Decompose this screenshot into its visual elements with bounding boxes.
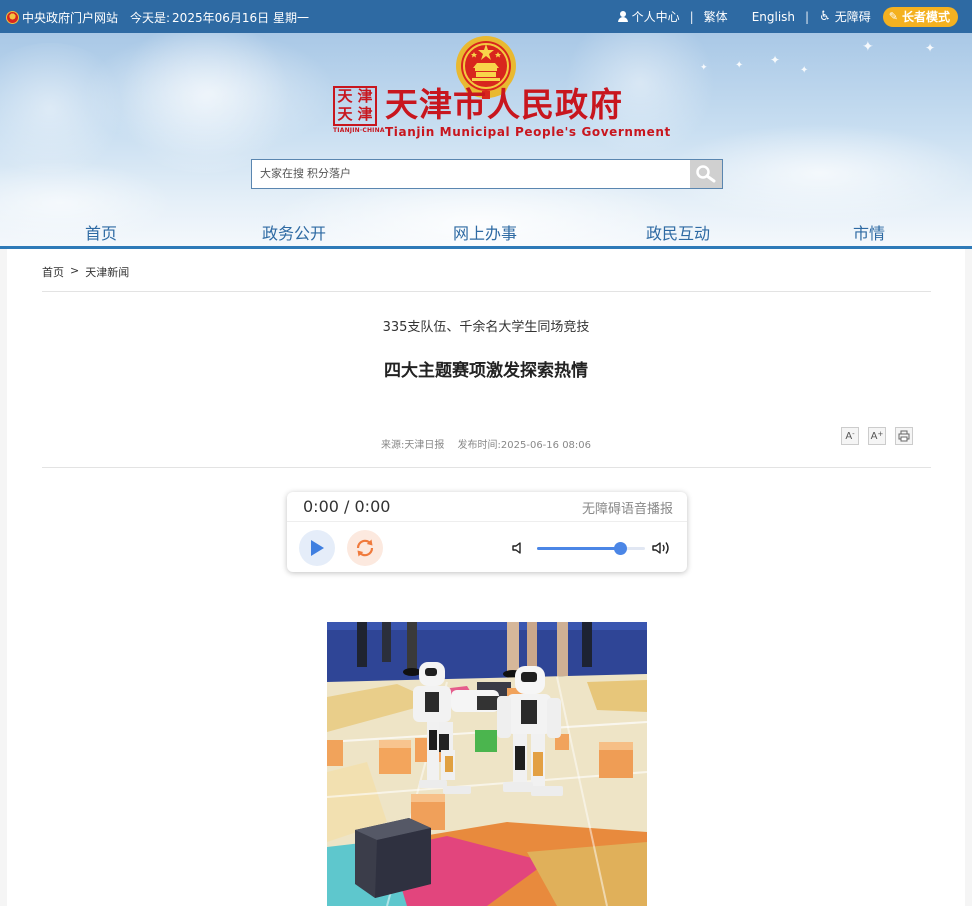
font-decrease-button[interactable]: A- — [841, 427, 859, 445]
gov-portal-link[interactable]: 中央政府门户网站 — [6, 9, 118, 26]
site-title-cn: 天津市人民政府 — [385, 85, 623, 124]
audio-player: 0:00 / 0:00 无障碍语音播报 — [287, 492, 687, 572]
bird-icon: ✦ — [862, 39, 874, 55]
national-emblem-icon — [6, 11, 19, 24]
font-increase-sup: + — [877, 429, 884, 438]
search-button[interactable] — [690, 160, 722, 188]
player-divider — [287, 521, 687, 522]
article-tools: A- A + — [841, 427, 913, 445]
nav-item-interaction[interactable]: 政民互动 — [646, 220, 710, 244]
font-decrease-sup: - — [852, 429, 855, 438]
date-value: 2025年06月16日 星期一 — [172, 11, 309, 25]
breadcrumb-home[interactable]: 首页 — [42, 264, 64, 280]
nav-item-gov-affairs[interactable]: 政务公开 — [262, 220, 326, 244]
volume-high-icon[interactable] — [652, 540, 672, 556]
article-photo — [327, 622, 647, 906]
bird-icon: ✦ — [735, 60, 744, 71]
play-icon — [311, 540, 324, 556]
article-source: 来源:天津日报 — [380, 440, 445, 451]
breadcrumb: 首页 > 天津新闻 — [42, 264, 129, 280]
seal-char: 天 — [337, 105, 353, 123]
seal-char: 津 — [357, 105, 373, 123]
tianjin-seal-logo: 天 津 天 津 TIANJIN·CHINA — [333, 86, 385, 136]
main-nav: 首页 政务公开 网上办事 政民互动 市情 — [0, 216, 972, 246]
accessibility-link[interactable]: ♿ 无障碍 — [819, 8, 871, 25]
nav-item-home[interactable]: 首页 — [85, 220, 117, 244]
divider — [42, 467, 931, 468]
article-meta: 来源:天津日报 发布时间:2025-06-16 08:06 — [7, 436, 965, 451]
bird-icon: ✦ — [770, 53, 781, 67]
article-subtitle: 335支队伍、千余名大学生同场竞技 — [382, 320, 590, 335]
nav-item-city-info[interactable]: 市情 — [853, 220, 885, 244]
elder-mode-label: 长者模式 — [901, 10, 950, 24]
seal-char: 津 — [357, 87, 373, 105]
print-button[interactable] — [895, 427, 913, 445]
decorative-flower — [0, 43, 130, 173]
player-time: 0:00 / 0:00 — [303, 497, 391, 516]
loop-icon — [356, 539, 374, 557]
header-banner: ✦ ✦ ✦ ✦ ✦ ✦ 天 津 天 津 TIANJIN·CHINA 天津市人民政… — [0, 33, 972, 246]
traditional-chinese-link[interactable]: 繁体 — [704, 8, 728, 25]
font-increase-label: A — [870, 430, 878, 442]
bird-icon: ✦ — [700, 63, 708, 73]
search-icon — [696, 165, 716, 183]
date-prefix: 今天是: — [130, 11, 171, 25]
article-panel: 首页 > 天津新闻 335支队伍、千余名大学生同场竞技 四大主题赛项激发探索热情… — [7, 249, 965, 906]
elder-icon: ✎ — [888, 10, 898, 23]
search-bar — [251, 159, 723, 189]
seal-subtitle: TIANJIN·CHINA — [333, 127, 385, 134]
person-icon — [617, 11, 628, 22]
volume-slider[interactable] — [537, 542, 645, 555]
volume-slider-handle[interactable] — [614, 542, 628, 555]
breadcrumb-separator: > — [70, 264, 80, 277]
elder-mode-button[interactable]: ✎ 长者模式 — [882, 6, 958, 27]
gov-portal-label: 中央政府门户网站 — [22, 11, 119, 25]
seal-char: 天 — [337, 87, 353, 105]
separator: | — [805, 9, 810, 24]
nav-item-online-services[interactable]: 网上办事 — [453, 220, 517, 244]
article-title: 四大主题赛项激发探索热情 — [384, 361, 588, 381]
top-bar: 中央政府门户网站 今天是:2025年06月16日 星期一 个人中心 | 繁体 |… — [0, 0, 972, 33]
robot-competition-image — [327, 622, 647, 906]
decorative-flower — [110, 33, 300, 173]
site-logo[interactable]: 天 津 天 津 TIANJIN·CHINA 天津市人民政府 Tianjin Mu… — [333, 86, 671, 146]
article-published: 发布时间:2025-06-16 08:06 — [457, 440, 592, 451]
bird-icon: ✦ — [925, 41, 936, 55]
breadcrumb-current[interactable]: 天津新闻 — [85, 264, 129, 280]
separator: | — [689, 9, 694, 24]
font-decrease-label: A — [845, 430, 853, 442]
font-increase-button[interactable]: A + — [868, 427, 886, 445]
wheelchair-icon: ♿ — [819, 9, 831, 24]
accessibility-label: 无障碍 — [834, 10, 871, 24]
date-display: 今天是: 2025年06月16日 星期一 — [128, 9, 309, 26]
search-input[interactable] — [252, 160, 690, 188]
english-link[interactable]: English — [752, 10, 795, 24]
site-title-en: Tianjin Municipal People's Government — [385, 125, 671, 139]
play-button[interactable] — [299, 530, 335, 566]
loop-button[interactable] — [347, 530, 383, 566]
player-label: 无障碍语音播报 — [581, 502, 673, 517]
personal-center-link[interactable]: 个人中心 — [617, 8, 680, 25]
volume-low-icon[interactable] — [511, 541, 525, 555]
divider — [42, 291, 931, 292]
volume-slider-fill — [537, 547, 621, 550]
printer-icon — [898, 430, 910, 442]
personal-center-label: 个人中心 — [631, 10, 680, 24]
bird-icon: ✦ — [800, 65, 809, 76]
